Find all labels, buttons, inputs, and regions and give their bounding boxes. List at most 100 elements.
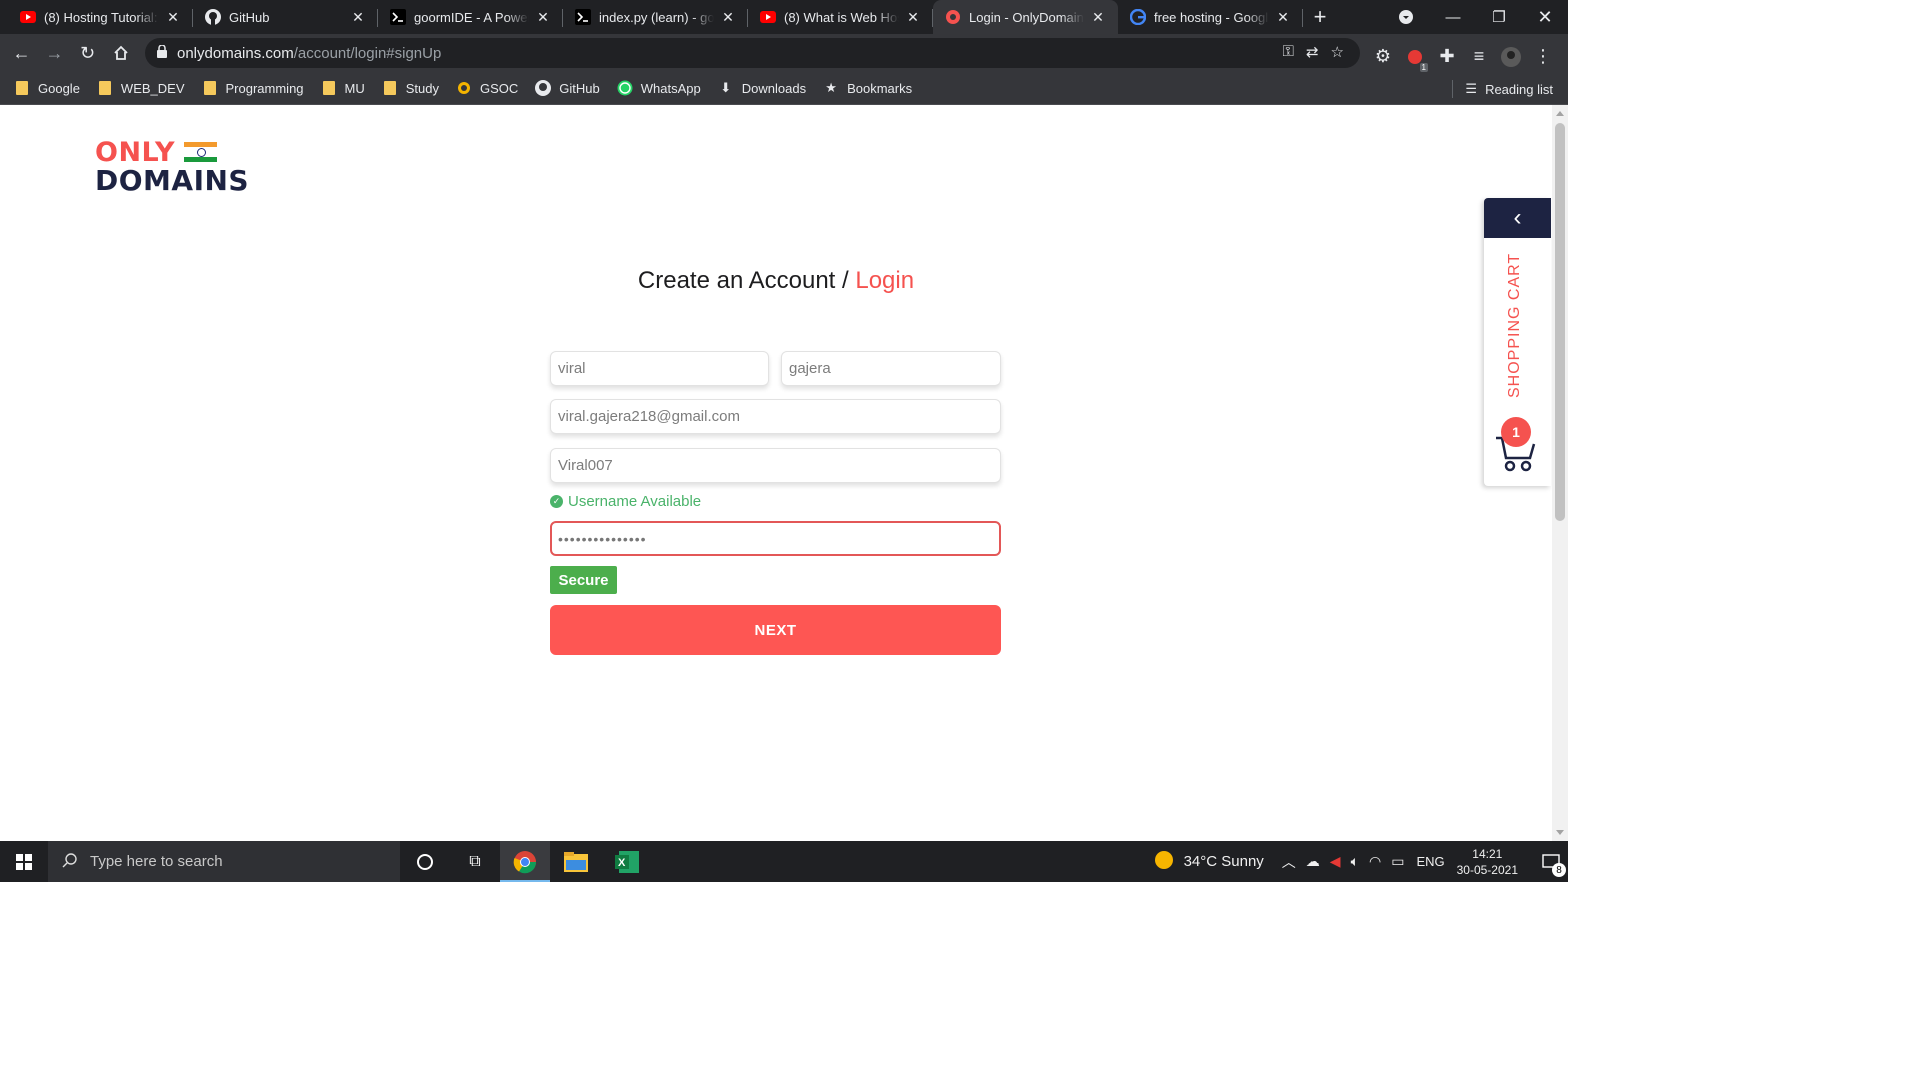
password-value: ••••••••••••••• (558, 530, 647, 547)
file-explorer-icon[interactable] (551, 841, 601, 882)
check-circle-icon: ✓ (550, 495, 563, 508)
username-field[interactable]: Viral007 (550, 448, 1001, 483)
tab-title: (8) What is Web Hosting (784, 9, 899, 25)
login-link[interactable]: Login (855, 267, 914, 294)
reload-button[interactable]: ↻ (71, 37, 104, 70)
battery-icon[interactable]: ▭ (1391, 853, 1404, 870)
excel-icon[interactable]: X (602, 841, 652, 882)
tab-github[interactable]: GitHub ✕ (193, 0, 378, 34)
page-scrollbar[interactable] (1552, 105, 1568, 841)
username-value: Viral007 (558, 457, 613, 474)
password-field[interactable]: ••••••••••••••• (550, 521, 1001, 556)
shopping-cart-label: SHOPPING CART (1506, 252, 1523, 398)
minimize-button[interactable]: — (1430, 0, 1476, 34)
extensions-puzzle-icon[interactable]: ✚ (1436, 40, 1458, 73)
download-icon: ⬇ (720, 80, 732, 95)
first-name-field[interactable]: viral (550, 351, 769, 386)
bookmark-programming[interactable]: Programming (202, 80, 304, 96)
last-name-field[interactable]: gajera (781, 351, 1001, 386)
wifi-icon[interactable]: ◠ (1369, 853, 1381, 870)
close-tab-icon[interactable]: ✕ (165, 9, 181, 25)
tab-title: free hosting - Google (1154, 9, 1269, 25)
bookmark-downloads[interactable]: ⬇ Downloads (718, 80, 806, 96)
profile-avatar[interactable] (1500, 40, 1522, 73)
bookmark-github[interactable]: GitHub (535, 80, 600, 96)
tab-goormide[interactable]: goormIDE - A Powerful ✕ (378, 0, 563, 34)
close-tab-icon[interactable]: ✕ (1090, 9, 1106, 25)
onlydomains-icon (945, 9, 961, 25)
bookmark-mu[interactable]: MU (321, 80, 365, 96)
lock-icon (157, 43, 167, 62)
bookmark-gsoc[interactable]: GSOC (456, 80, 518, 96)
flag-red-icon[interactable]: ◀ (1330, 853, 1341, 870)
page-content: ONLY DOMAINS Create an Account / Login v… (0, 105, 1552, 841)
address-bar[interactable]: onlydomains.com/account/login#signUp ⚿ ⇄… (145, 38, 1360, 68)
close-tab-icon[interactable]: ✕ (720, 9, 736, 25)
reading-list-label: Reading list (1485, 81, 1553, 97)
whatsapp-icon (617, 80, 633, 96)
new-tab-button[interactable]: + (1303, 0, 1337, 34)
tab-free-hosting[interactable]: free hosting - Google ✕ (1118, 0, 1303, 34)
restore-button[interactable]: ❐ (1476, 0, 1522, 34)
back-button[interactable]: ← (5, 37, 38, 70)
next-button[interactable]: NEXT (550, 605, 1001, 655)
cart-count-badge: 1 (1501, 417, 1531, 447)
google-icon (1130, 9, 1146, 25)
email-field[interactable]: viral.gajera218@gmail.com (550, 399, 1001, 434)
cortana-icon[interactable] (400, 841, 450, 882)
key-icon[interactable]: ⚿ (1283, 43, 1294, 61)
tab-index-py[interactable]: index.py (learn) - goor ✕ (563, 0, 748, 34)
bookmark-label: Google (38, 80, 80, 96)
tab-login-onlydomains[interactable]: Login - OnlyDomains ✕ (933, 0, 1118, 34)
menu-kebab-icon[interactable]: ⋮ (1532, 40, 1554, 73)
onedrive-cloud-icon[interactable]: ☁ (1306, 853, 1320, 870)
chevron-up-icon[interactable]: ︿ (1282, 852, 1296, 872)
home-button[interactable] (104, 37, 137, 70)
close-tab-icon[interactable]: ✕ (905, 9, 921, 25)
taskbar-search-input[interactable]: Type here to search (48, 841, 400, 882)
bookmark-label: GSOC (480, 80, 519, 96)
close-window-button[interactable]: ✕ (1522, 0, 1568, 34)
github-icon (205, 9, 221, 25)
youtube-icon (760, 9, 776, 25)
close-tab-icon[interactable]: ✕ (350, 9, 366, 25)
tab-title: (8) Hosting Tutorial: In (44, 9, 159, 25)
media-control-icon[interactable]: ≡ (1468, 40, 1490, 73)
clock[interactable]: 14:21 30-05-2021 (1457, 846, 1518, 878)
browser-tab-strip: (8) Hosting Tutorial: In ✕ GitHub ✕ goor… (0, 0, 1568, 34)
language-indicator[interactable]: ENG (1416, 854, 1444, 869)
notification-center-icon[interactable]: 8 (1534, 841, 1568, 882)
chrome-taskbar-icon[interactable] (500, 841, 550, 882)
username-status: ✓ Username Available (550, 493, 701, 510)
extension-badge: 1 (1419, 63, 1428, 72)
windows-start-icon[interactable] (0, 841, 48, 882)
bookmark-web-dev[interactable]: WEB_DEV (97, 80, 185, 96)
weather-sun-icon[interactable] (1154, 850, 1174, 873)
chevron-left-icon[interactable]: ‹ (1484, 198, 1551, 238)
translate-icon[interactable]: ⇄ (1306, 43, 1319, 61)
reading-list-button[interactable]: ☰ Reading list (1452, 80, 1553, 98)
task-view-icon[interactable]: ⧉ (450, 841, 500, 882)
bookmark-whatsapp[interactable]: WhatsApp (617, 80, 701, 96)
tab-web-hosting[interactable]: (8) What is Web Hosting ✕ (748, 0, 933, 34)
tab-search-icon[interactable] (1394, 0, 1418, 34)
bookmark-google[interactable]: Google (14, 80, 80, 96)
close-tab-icon[interactable]: ✕ (535, 9, 551, 25)
tab-hosting-tutorial[interactable]: (8) Hosting Tutorial: In ✕ (8, 0, 193, 34)
folder-icon (382, 80, 398, 96)
settings-extension-icon[interactable]: ⚙ (1372, 40, 1394, 73)
bookmark-label: MU (344, 80, 365, 96)
volume-icon[interactable]: 🔈︎ (1351, 853, 1359, 870)
bookmark-bookmarks[interactable]: ★ Bookmarks (823, 80, 912, 96)
star-icon[interactable]: ☆ (1331, 43, 1344, 61)
forward-button[interactable]: → (38, 37, 71, 70)
reading-list-icon: ☰ (1465, 81, 1478, 96)
onlydomains-logo[interactable]: ONLY DOMAINS (95, 139, 249, 195)
tab-title: goormIDE - A Powerful (414, 9, 529, 25)
username-status-text: Username Available (568, 493, 702, 510)
extension-red-icon[interactable]: 1 (1404, 40, 1428, 73)
bookmark-study[interactable]: Study (382, 80, 439, 96)
weather-text[interactable]: 34°C Sunny (1184, 853, 1264, 870)
close-tab-icon[interactable]: ✕ (1275, 9, 1291, 25)
shopping-cart-panel[interactable]: ‹ SHOPPING CART 1 (1484, 198, 1551, 486)
